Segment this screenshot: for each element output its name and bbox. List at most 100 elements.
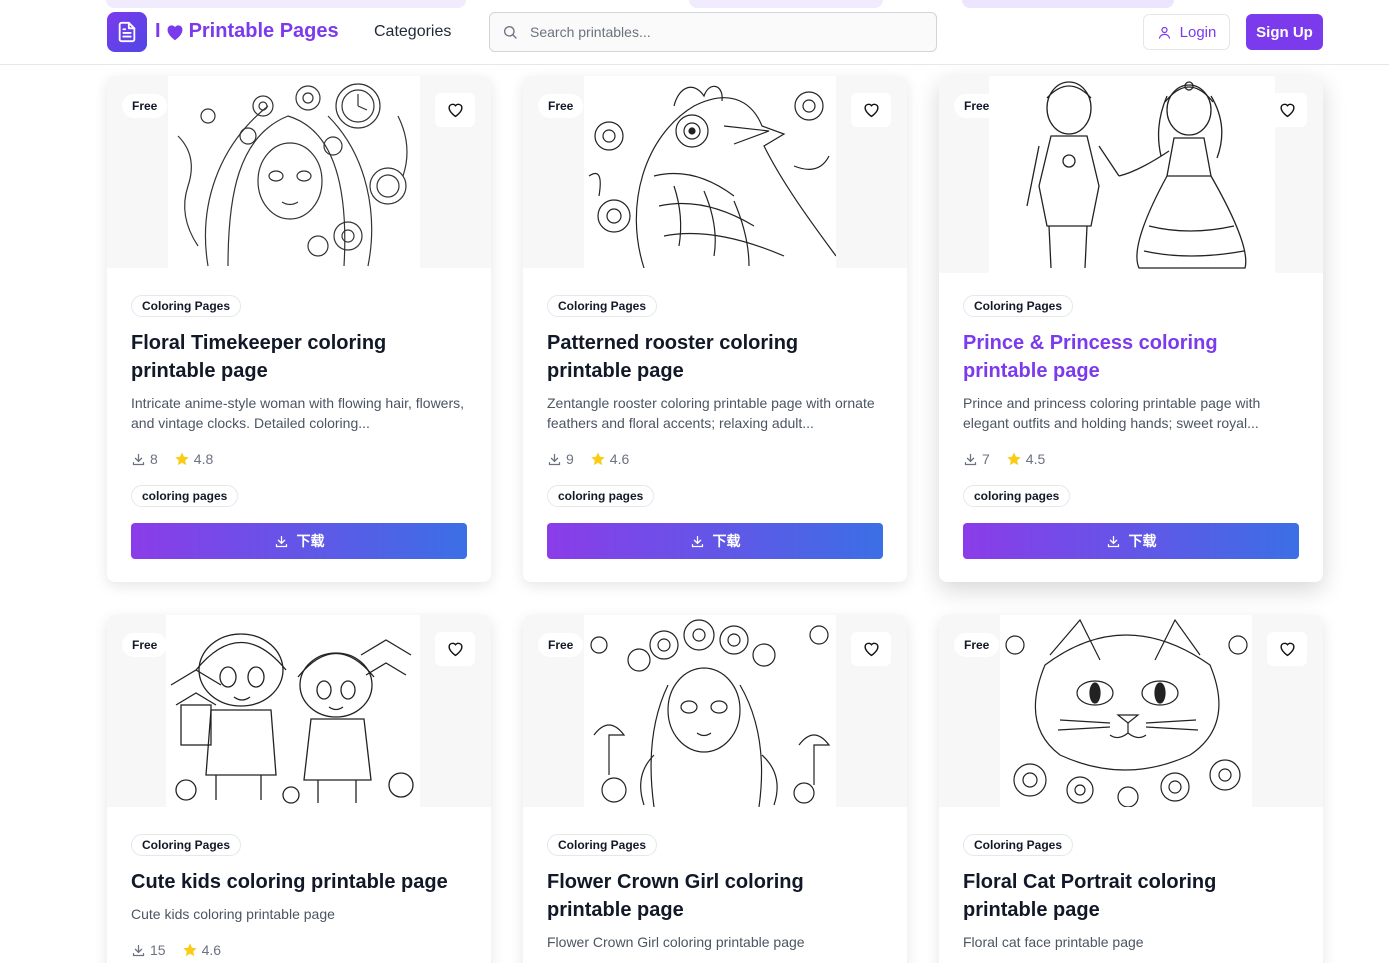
login-label: Login bbox=[1179, 23, 1217, 41]
scrolled-content-hint bbox=[689, 0, 883, 8]
card-title[interactable]: Prince & Princess coloring printable pag… bbox=[963, 329, 1299, 385]
card-description: Intricate anime-style woman with flowing… bbox=[131, 395, 465, 431]
tag-pill[interactable]: coloring pages bbox=[963, 485, 1071, 507]
card-title[interactable]: Patterned rooster coloring printable pag… bbox=[547, 329, 883, 385]
site-header: I Printable Pages Categories Login Sign … bbox=[0, 0, 1389, 65]
download-button[interactable]: 下载 bbox=[547, 523, 883, 559]
rating-stat: 4.5 bbox=[1006, 451, 1045, 467]
category-pill[interactable]: Coloring Pages bbox=[963, 295, 1074, 317]
download-count: 15 bbox=[150, 942, 166, 958]
rating-stat: 4.6 bbox=[590, 451, 629, 467]
rating-value: 4.5 bbox=[1025, 451, 1046, 467]
logo-prefix: I bbox=[155, 20, 161, 42]
login-button[interactable]: Login bbox=[1143, 14, 1230, 50]
heart-outline-icon bbox=[1279, 103, 1295, 118]
card-stats: 15 4.6 bbox=[131, 940, 237, 960]
printable-card[interactable]: Free Coloring Pages Cute kids coloring p… bbox=[107, 615, 491, 963]
downloads-stat: 15 bbox=[131, 942, 166, 958]
card-description: Zentangle rooster coloring printable pag… bbox=[547, 395, 875, 431]
download-count: 8 bbox=[150, 451, 158, 467]
printable-card[interactable]: Free Coloring Pages Floral Timekeeper co… bbox=[107, 76, 491, 582]
card-title[interactable]: Floral Timekeeper coloring printable pag… bbox=[131, 329, 467, 385]
free-badge: Free bbox=[954, 633, 1000, 657]
downloads-stat: 9 bbox=[547, 451, 574, 467]
cat-illustration bbox=[1000, 615, 1252, 807]
free-badge: Free bbox=[538, 633, 584, 657]
favorite-button[interactable] bbox=[435, 632, 475, 666]
download-count: 7 bbox=[982, 451, 990, 467]
free-badge: Free bbox=[122, 633, 168, 657]
card-stats: 9 4.6 bbox=[547, 449, 645, 469]
printable-card[interactable]: Free Coloring Pages Flower Crown Girl co… bbox=[523, 615, 907, 963]
scrolled-content-hint bbox=[962, 0, 1174, 8]
favorite-button[interactable] bbox=[1267, 632, 1307, 666]
printable-card[interactable]: Free Coloring Pages Patterned rooster co… bbox=[523, 76, 907, 582]
card-description: Prince and princess coloring printable p… bbox=[963, 395, 1261, 431]
nav-categories-link[interactable]: Categories bbox=[374, 23, 451, 41]
download-icon bbox=[691, 535, 703, 547]
search-icon bbox=[504, 26, 517, 39]
prince-princess-illustration bbox=[989, 76, 1275, 273]
category-pill[interactable]: Coloring Pages bbox=[131, 295, 242, 317]
logo-icon[interactable] bbox=[107, 12, 147, 52]
flower-crown-girl-illustration bbox=[584, 615, 836, 807]
category-pill[interactable]: Coloring Pages bbox=[131, 834, 242, 856]
card-title[interactable]: Flower Crown Girl coloring printable pag… bbox=[547, 868, 883, 924]
search-box[interactable] bbox=[489, 12, 937, 52]
rating-value: 4.6 bbox=[201, 942, 222, 958]
free-badge: Free bbox=[538, 94, 584, 118]
star-icon bbox=[182, 943, 197, 957]
download-icon bbox=[1107, 535, 1119, 547]
signup-button[interactable]: Sign Up bbox=[1246, 14, 1323, 50]
rating-value: 4.6 bbox=[609, 451, 630, 467]
star-icon bbox=[175, 452, 189, 466]
favorite-button[interactable] bbox=[851, 632, 891, 666]
tag-pill[interactable]: coloring pages bbox=[131, 485, 239, 507]
printable-card[interactable]: Free Coloring Pages Floral Cat Portrait … bbox=[939, 615, 1323, 963]
downloads-stat: 8 bbox=[131, 451, 158, 467]
card-title[interactable]: Floral Cat Portrait coloring printable p… bbox=[963, 868, 1299, 924]
search-input[interactable] bbox=[530, 13, 920, 51]
download-button-label: 下载 bbox=[1128, 533, 1157, 549]
rating-value: 4.8 bbox=[193, 451, 214, 467]
user-icon bbox=[1158, 26, 1170, 39]
download-icon bbox=[132, 453, 145, 465]
download-icon bbox=[132, 944, 145, 956]
rating-stat: 4.8 bbox=[174, 451, 213, 467]
star-icon bbox=[591, 452, 605, 466]
download-icon bbox=[964, 453, 977, 465]
card-description: Flower Crown Girl coloring printable pag… bbox=[547, 934, 805, 950]
category-pill[interactable]: Coloring Pages bbox=[547, 295, 658, 317]
free-badge: Free bbox=[954, 94, 1000, 118]
card-stats: 8 4.8 bbox=[131, 449, 229, 469]
download-count: 9 bbox=[566, 451, 574, 467]
heart-outline-icon bbox=[863, 103, 879, 118]
heart-outline-icon bbox=[863, 642, 879, 657]
download-button[interactable]: 下载 bbox=[131, 523, 467, 559]
download-icon bbox=[275, 535, 287, 547]
favorite-button[interactable] bbox=[851, 93, 891, 127]
heart-outline-icon bbox=[447, 642, 463, 657]
favorite-button[interactable] bbox=[435, 93, 475, 127]
card-description: Cute kids coloring printable page bbox=[131, 906, 335, 922]
logo-text[interactable]: I Printable Pages bbox=[155, 20, 339, 43]
download-icon bbox=[548, 453, 561, 465]
kids-illustration bbox=[166, 615, 420, 807]
girl-flowers-illustration bbox=[168, 76, 420, 268]
scrolled-content-hint bbox=[106, 0, 466, 8]
rooster-illustration bbox=[584, 76, 836, 268]
tag-pill[interactable]: coloring pages bbox=[547, 485, 655, 507]
card-description: Floral cat face printable page bbox=[963, 934, 1144, 950]
card-stats: 7 4.5 bbox=[963, 449, 1061, 469]
download-button-label: 下载 bbox=[712, 533, 741, 549]
download-button[interactable]: 下载 bbox=[963, 523, 1299, 559]
star-icon bbox=[1007, 452, 1021, 466]
category-pill[interactable]: Coloring Pages bbox=[547, 834, 658, 856]
rating-stat: 4.6 bbox=[182, 942, 221, 958]
category-pill[interactable]: Coloring Pages bbox=[963, 834, 1074, 856]
download-button-label: 下载 bbox=[296, 533, 325, 549]
card-title[interactable]: Cute kids coloring printable page bbox=[131, 868, 467, 896]
downloads-stat: 7 bbox=[963, 451, 990, 467]
favorite-button[interactable] bbox=[1267, 93, 1307, 127]
printable-card[interactable]: Free Coloring Pages Prince & Princess co… bbox=[939, 76, 1323, 582]
